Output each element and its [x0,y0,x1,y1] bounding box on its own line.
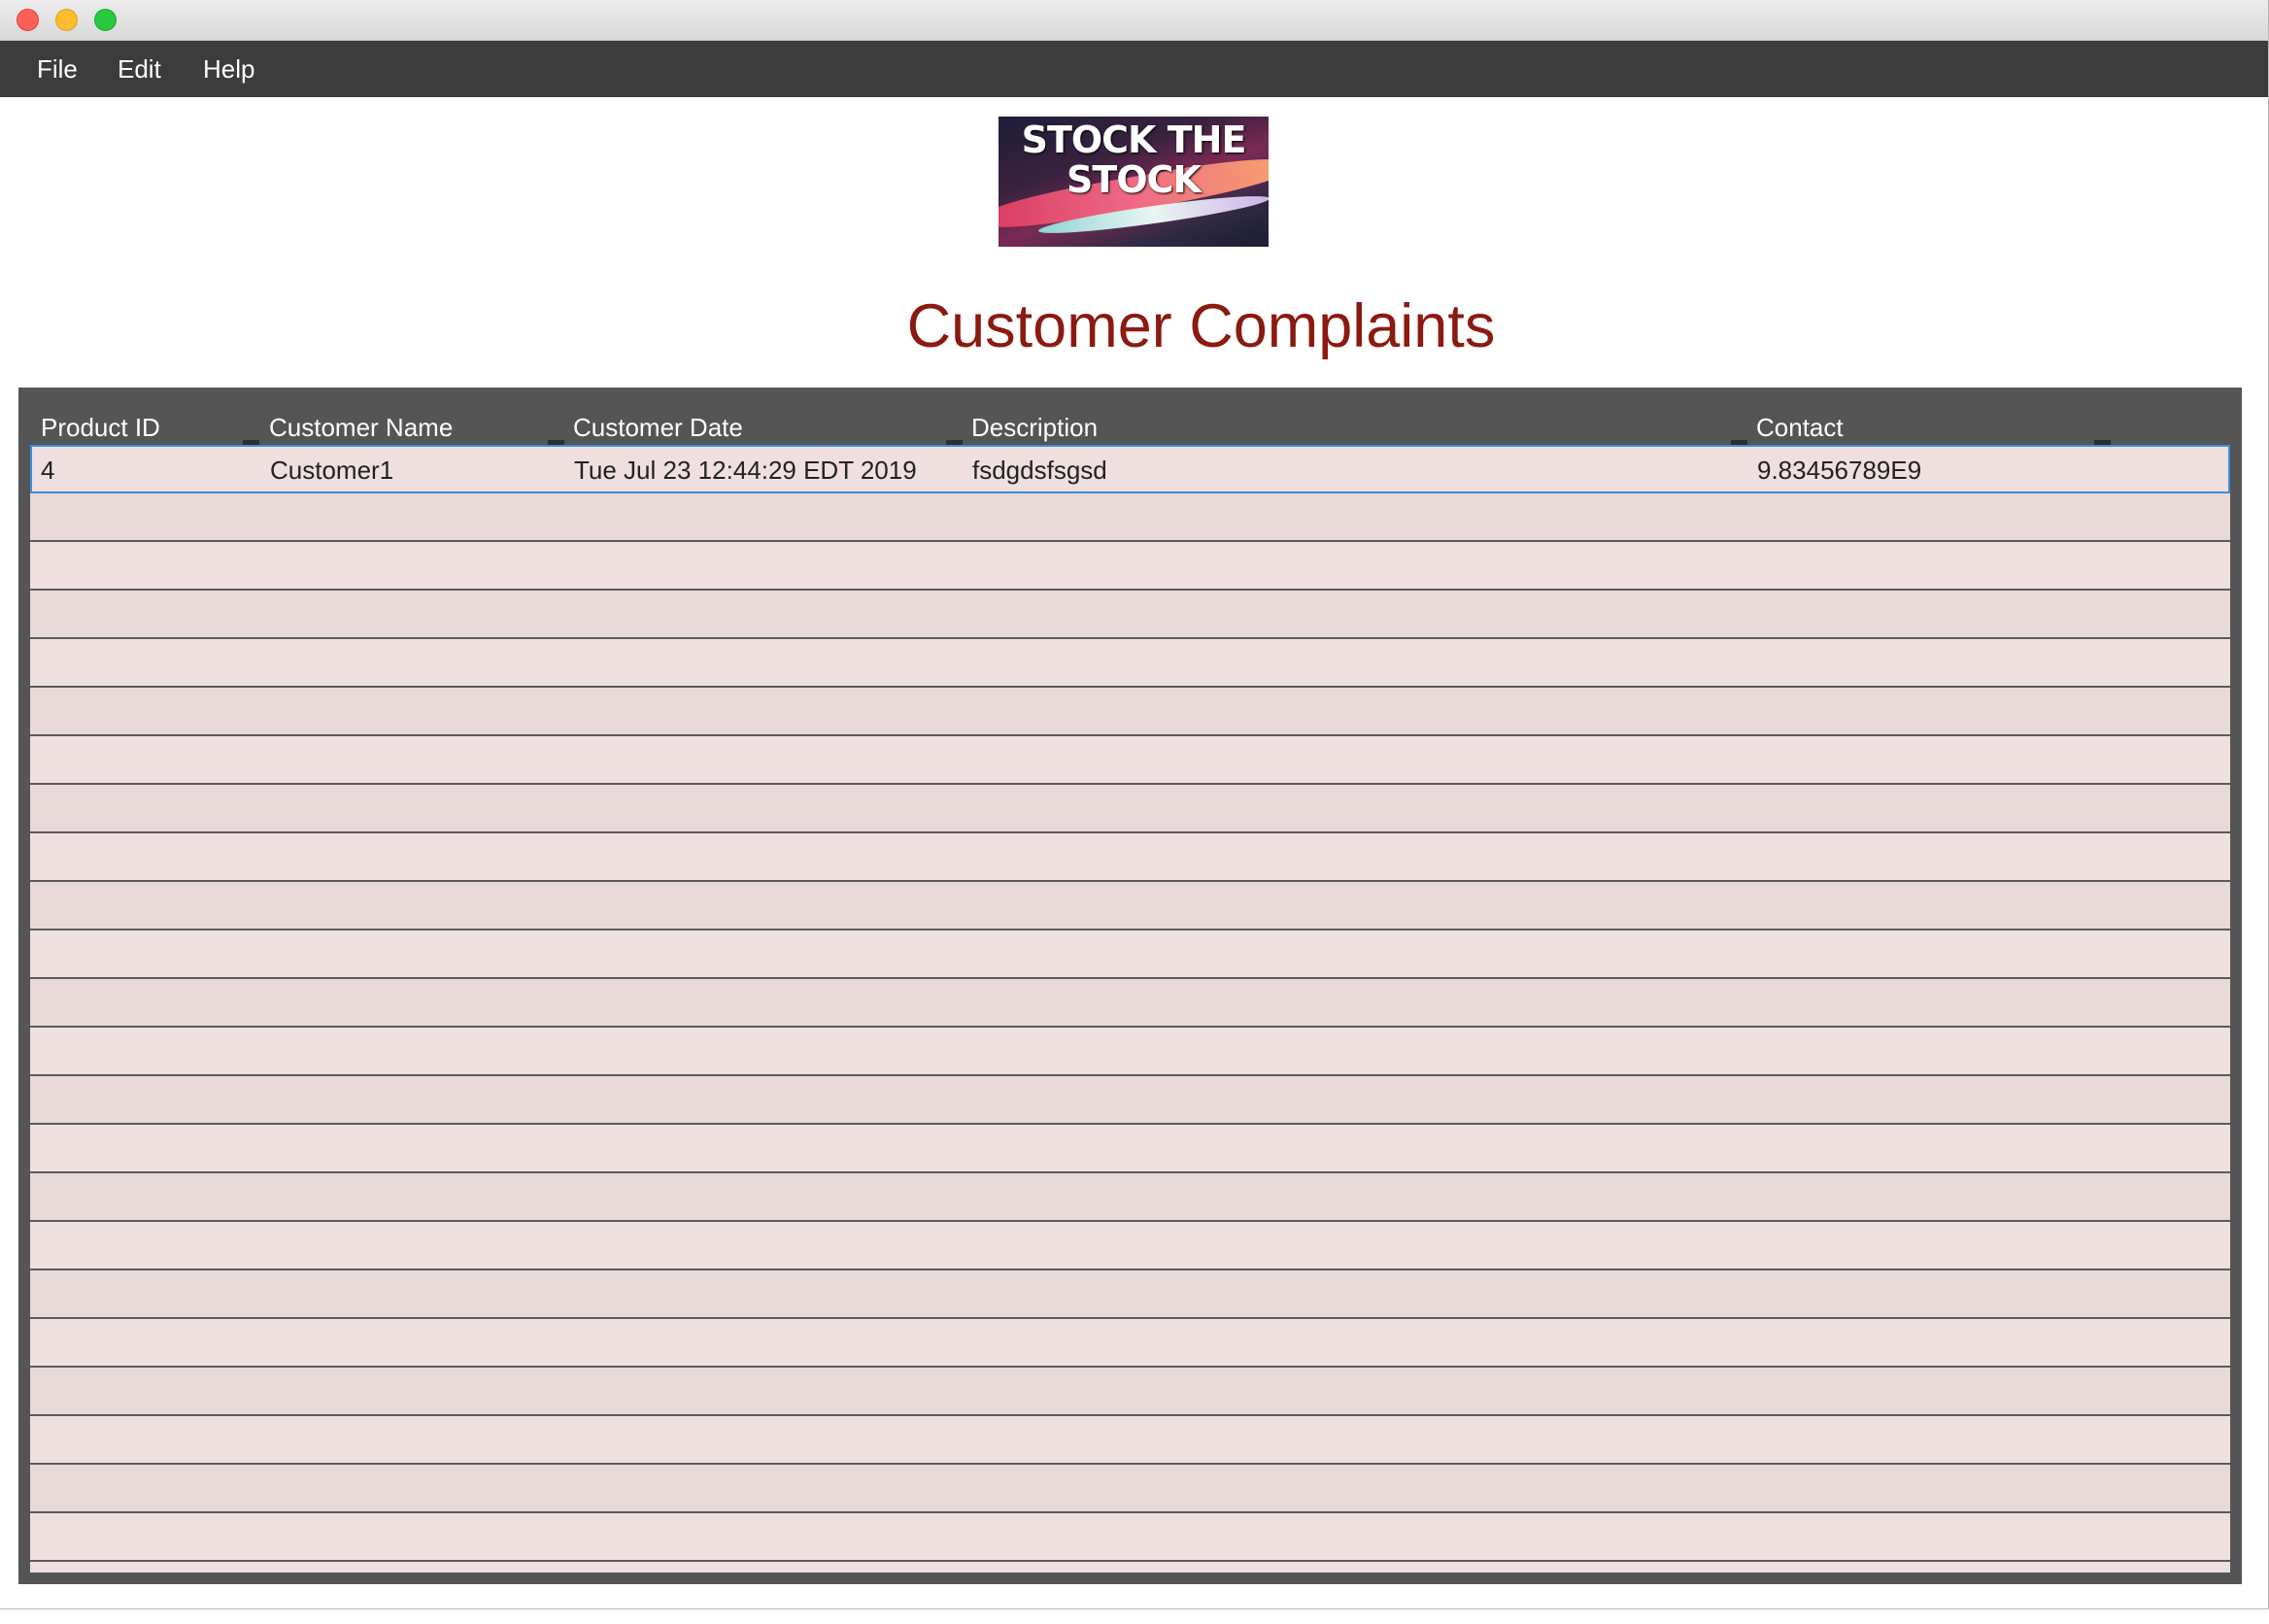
table-row[interactable] [30,1173,2230,1222]
cell-description: fsdgdsfsgsd [972,456,1107,485]
cell-contact: 9.83456789E9 [1757,456,1922,485]
table-row[interactable] [30,979,2230,1028]
menu-edit[interactable]: Edit [118,54,161,85]
table-row[interactable] [30,1368,2230,1416]
table-row[interactable] [30,882,2230,930]
column-header-product-id[interactable]: Product ID [41,413,160,443]
table-row[interactable] [30,1270,2230,1319]
complaints-table: Product ID Customer Name Customer Date D… [18,388,2242,1584]
menu-bar: File Edit Help [0,41,2268,97]
menu-help[interactable]: Help [203,54,254,85]
page-title: Customer Complaints [906,292,1496,360]
menu-file[interactable]: File [37,54,78,85]
table-row[interactable] [30,1319,2230,1368]
logo-line-2: STOCK [1067,158,1202,201]
table-row[interactable] [30,1028,2230,1076]
maximize-window-button[interactable] [94,9,117,31]
table-row[interactable]: 4 Customer1 Tue Jul 23 12:44:29 EDT 2019 fs… [30,445,2230,493]
table-row[interactable] [30,736,2230,785]
table-row[interactable] [30,1076,2230,1125]
table-row[interactable] [30,493,2230,542]
table-row[interactable] [30,930,2230,979]
title-bar[interactable] [0,0,2268,41]
cell-product-id: 4 [41,456,55,485]
table-row[interactable] [30,1416,2230,1465]
table-row[interactable] [30,1465,2230,1513]
cell-customer-name: Customer1 [270,456,394,485]
table-body: 4 Customer1 Tue Jul 23 12:44:29 EDT 2019 fs… [30,445,2230,1573]
table-row[interactable] [30,688,2230,736]
table-row[interactable] [30,639,2230,688]
table-row[interactable] [30,1513,2230,1562]
table-row[interactable] [30,833,2230,882]
stock-the-stock-logo: STOCK THE STOCK [999,117,1269,247]
close-window-button[interactable] [17,9,39,31]
column-header-description[interactable]: Description [971,413,1098,443]
app-window: File Edit Help STOCK THE STOCK Customer … [0,0,2269,1609]
cell-customer-date: Tue Jul 23 12:44:29 EDT 2019 [574,456,917,485]
table-header: Product ID Customer Name Customer Date D… [30,398,2230,445]
table-row[interactable] [30,1222,2230,1270]
minimize-window-button[interactable] [55,9,78,31]
table-row[interactable] [30,542,2230,591]
table-row[interactable] [30,1125,2230,1173]
column-header-customer-name[interactable]: Customer Name [269,413,453,443]
logo-line-1: STOCK THE [1021,118,1247,161]
table-row[interactable] [30,785,2230,833]
column-header-customer-date[interactable]: Customer Date [573,413,743,443]
table-row[interactable] [30,591,2230,639]
column-header-contact[interactable]: Contact [1756,413,1844,443]
